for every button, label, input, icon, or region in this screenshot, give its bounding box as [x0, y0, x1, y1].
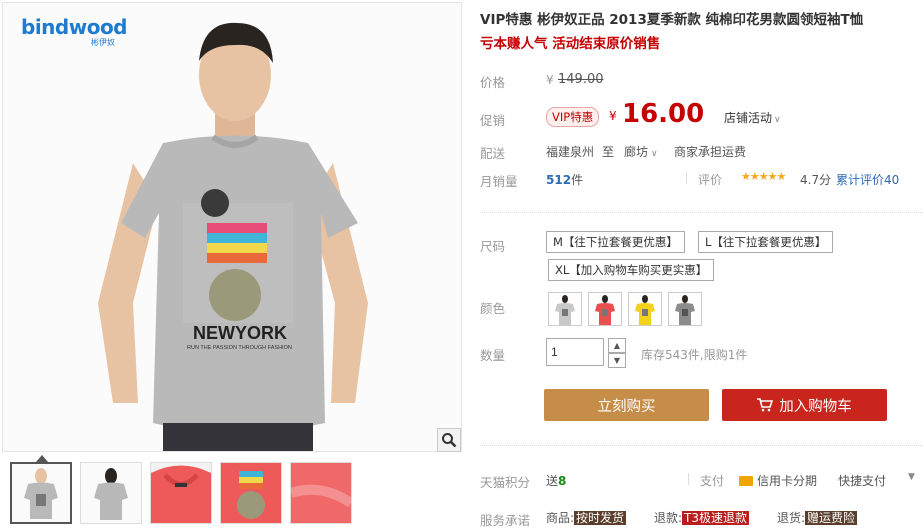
original-price: 149.00	[558, 72, 604, 87]
quantity-decrease-button[interactable]: ▼	[608, 353, 626, 368]
product-info: VIP特惠 彬伊奴正品 2013夏季新款 纯棉印花男款圆领短袖T恤 亏本赚人气 …	[480, 0, 923, 532]
size-option-m[interactable]: M【往下拉套餐更优惠】	[546, 231, 685, 253]
shirt-print-text: NEWYORK	[193, 323, 287, 343]
product-subtitle: 亏本赚人气 活动结束原价销售	[480, 36, 661, 52]
thumbnail-back[interactable]	[80, 462, 142, 524]
buy-now-label: 立刻购买	[597, 398, 656, 415]
size-option-l[interactable]: L【往下拉套餐更优惠】	[698, 231, 834, 253]
color-swatch-gray[interactable]	[548, 292, 582, 326]
monthly-sales-label: 月销量	[480, 174, 518, 189]
thumbnail-collar[interactable]	[150, 462, 212, 524]
color-label: 颜色	[480, 301, 506, 316]
service-return-badge: 赠运费险	[805, 511, 858, 525]
add-to-cart-label: 加入购物车	[779, 398, 852, 415]
ship-to-word: 至	[602, 145, 615, 159]
color-swatch-red[interactable]	[588, 292, 622, 326]
add-to-cart-button[interactable]: 加入购物车	[722, 389, 887, 421]
quick-pay: 快捷支付	[838, 474, 887, 488]
quantity-label: 数量	[480, 348, 506, 363]
ship-to-location-select[interactable]: 廊坊 ∨	[624, 143, 658, 160]
star-rating-icon: ★★★★★	[741, 170, 786, 183]
thumbnail-front[interactable]	[10, 462, 72, 524]
brand-logo-sub: 彬伊奴	[91, 38, 115, 47]
credit-card-label: 信用卡分期	[757, 474, 818, 488]
model-illustration: NEWYORK RUN THE PASSION THROUGH FASHION	[3, 3, 461, 451]
review-count-link[interactable]: 累计评价40	[836, 171, 899, 188]
thumbnail-fabric[interactable]	[290, 462, 352, 524]
thumb-pointer	[36, 455, 48, 462]
zoom-button[interactable]	[437, 428, 461, 452]
promo-label: 促销	[480, 113, 506, 128]
ship-from: 福建泉州	[546, 145, 595, 159]
service-refund-badge: T3极速退款	[682, 511, 750, 525]
monthly-sales-unit: 件	[571, 173, 584, 187]
cart-icon	[757, 398, 774, 412]
divider	[688, 473, 689, 485]
points-send: 送	[546, 474, 559, 488]
vip-promo-badge: VIP特惠	[546, 107, 600, 127]
service-goods-label: 商品:	[546, 511, 575, 525]
points-label: 天猫积分	[480, 475, 531, 490]
divider	[686, 172, 687, 184]
shipping-label: 配送	[480, 146, 506, 161]
quantity-increase-button[interactable]: ▲	[608, 338, 626, 353]
chevron-down-icon: ▼	[613, 356, 621, 365]
gallery: NEWYORK RUN THE PASSION THROUGH FASHION …	[0, 0, 462, 532]
credit-card-installment: 信用卡分期	[739, 472, 817, 489]
points-amount: 8	[558, 474, 567, 488]
shirt-print-subtext: RUN THE PASSION THROUGH FASHION	[187, 345, 292, 351]
stock-info: 库存543件,限购1件	[641, 348, 748, 362]
brand-logo: bindwood	[21, 15, 128, 39]
chevron-up-icon: ▲	[613, 341, 621, 350]
size-label: 尺码	[480, 239, 506, 254]
credit-card-icon	[739, 476, 753, 486]
section-divider	[480, 445, 923, 446]
color-swatch-yellow[interactable]	[628, 292, 662, 326]
service-refund-label: 退款:	[654, 511, 683, 525]
price-label: 价格	[480, 75, 506, 90]
rating-label: 评价	[698, 173, 723, 187]
zoom-icon	[442, 433, 457, 448]
rating-score: 4.7分	[800, 173, 832, 187]
ship-to: 廊坊	[624, 145, 649, 159]
payment-label: 支付	[700, 474, 725, 488]
color-swatch-dark-gray[interactable]	[668, 292, 702, 326]
service-return-label: 退货:	[777, 511, 806, 525]
shipping-fee: 商家承担运费	[674, 145, 747, 159]
price-currency: ¥	[546, 73, 554, 87]
quantity-input[interactable]	[546, 338, 604, 366]
promo-price: 16.00	[622, 99, 705, 129]
main-product-image[interactable]: NEWYORK RUN THE PASSION THROUGH FASHION …	[2, 2, 462, 452]
promo-currency: ¥	[609, 109, 617, 123]
store-activity-dropdown[interactable]: 店铺活动 ∨	[724, 109, 781, 126]
buy-now-button[interactable]: 立刻购买	[544, 389, 709, 421]
thumbnail-list	[10, 462, 352, 524]
size-option-xl[interactable]: XL【加入购物车购买更实惠】	[548, 259, 715, 281]
service-goods-badge: 按时发货	[574, 511, 627, 525]
thumbnail-print-detail[interactable]	[220, 462, 282, 524]
chevron-down-icon: ∨	[651, 149, 658, 159]
product-title: VIP特惠 彬伊奴正品 2013夏季新款 纯棉印花男款圆领短袖T恤	[480, 12, 864, 28]
store-activity-label: 店铺活动	[724, 111, 773, 125]
chevron-down-icon[interactable]: ▼	[908, 472, 915, 482]
section-divider	[480, 212, 923, 213]
service-label: 服务承诺	[480, 513, 531, 528]
chevron-down-icon: ∨	[774, 115, 781, 125]
monthly-sales-count: 512	[546, 173, 572, 187]
